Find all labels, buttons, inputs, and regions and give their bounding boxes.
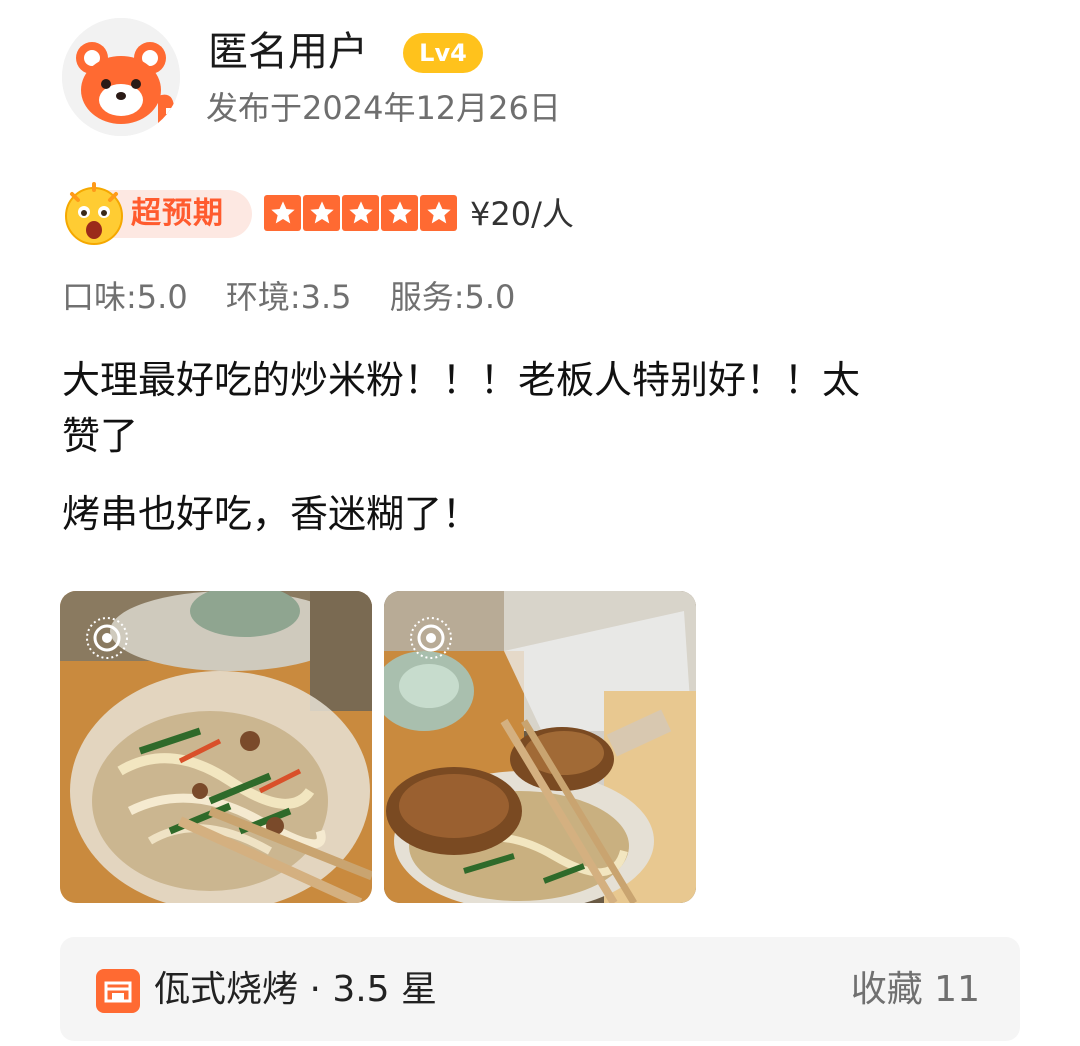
- live-photo-icon: [408, 615, 454, 661]
- star-icon: [381, 195, 418, 231]
- collect-count[interactable]: 收藏 11: [851, 965, 980, 1015]
- shop-name[interactable]: 佤式烧烤 · 3.5 星: [154, 965, 437, 1015]
- shop-card[interactable]: 佤式烧烤 · 3.5 星 收藏 11: [60, 937, 1020, 1041]
- avatar[interactable]: [62, 18, 180, 136]
- price-per-person: ¥20/人: [470, 195, 574, 233]
- star-icon: [303, 195, 340, 231]
- review-photo[interactable]: [384, 591, 696, 903]
- review-text: 大理最好吃的炒米粉！！！老板人特别好！！太 赞了 烤串也好吃，香迷糊了！: [62, 352, 1022, 542]
- review-line: 大理最好吃的炒米粉！！！老板人特别好！！太: [62, 358, 861, 402]
- star-icon: [264, 195, 301, 231]
- review-photo[interactable]: [60, 591, 372, 903]
- shop-icon: [96, 969, 140, 1013]
- star-icon: [342, 195, 379, 231]
- environment-rating: 环境:3.5: [225, 278, 352, 316]
- sub-ratings: 口味:5.0 环境:3.5 服务:5.0: [62, 275, 543, 319]
- taste-rating: 口味:5.0: [62, 278, 188, 316]
- service-rating: 服务:5.0: [389, 278, 516, 316]
- surprised-emoji-icon: [58, 180, 130, 246]
- live-photo-icon: [84, 615, 130, 661]
- publish-date: 发布于2024年12月26日: [206, 89, 561, 127]
- username[interactable]: 匿名用户: [208, 26, 368, 78]
- review-line: 烤串也好吃，香迷糊了！: [62, 492, 481, 536]
- star-icon: [420, 195, 457, 231]
- review-line: 赞了: [62, 414, 139, 458]
- level-badge: Lv4: [403, 33, 483, 73]
- star-rating: [264, 195, 457, 231]
- exceed-expectations-label: 超预期: [131, 196, 224, 231]
